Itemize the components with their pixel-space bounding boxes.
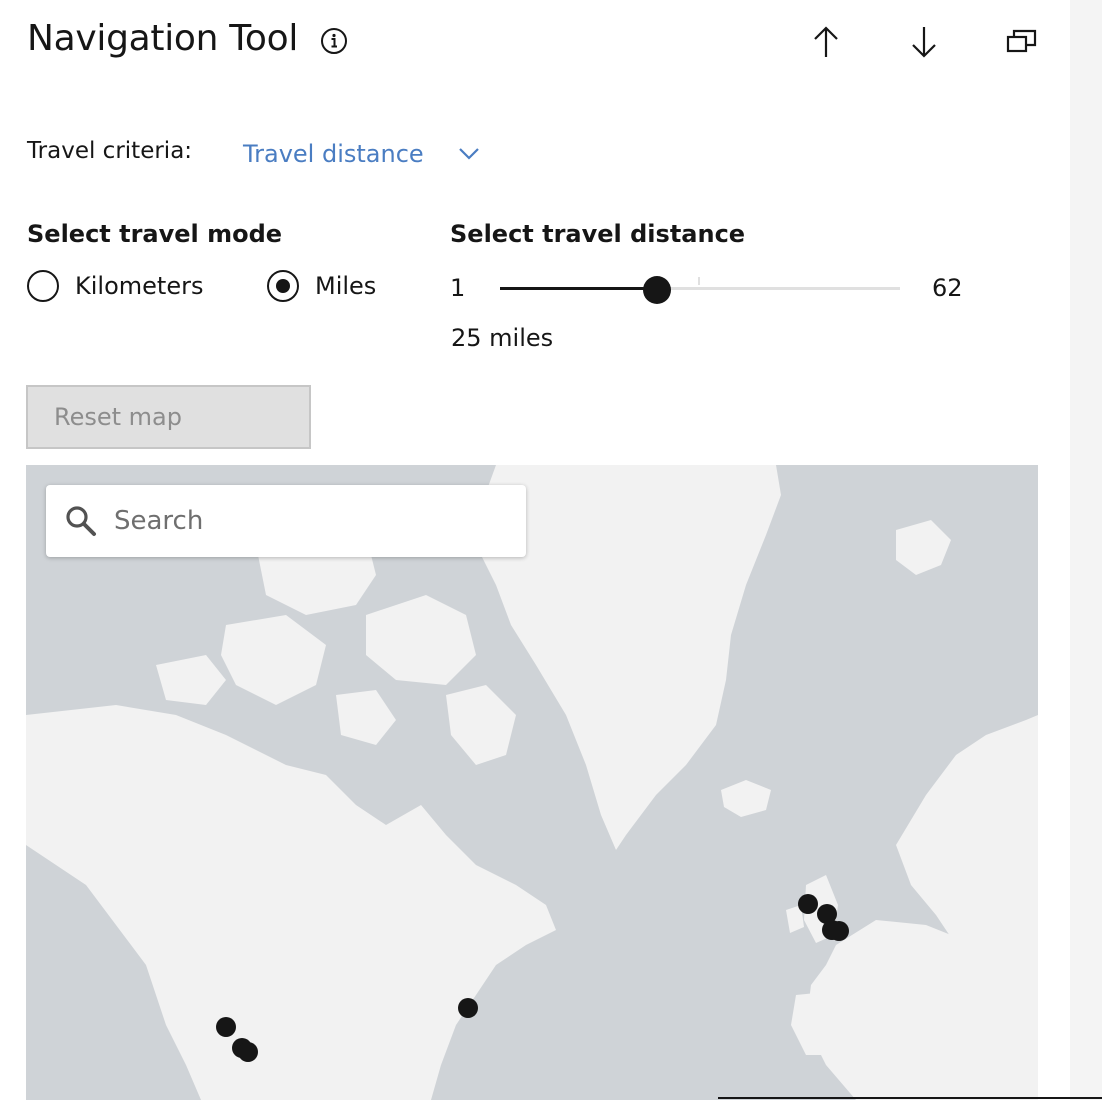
- radio-miles-circle: [267, 270, 299, 302]
- marker-new-york[interactable]: [458, 998, 478, 1018]
- reset-map-button[interactable]: Reset map: [26, 385, 311, 449]
- slider-tick: [698, 277, 700, 285]
- distance-slider-fill: [500, 287, 658, 290]
- slider-max-label: 62: [932, 274, 963, 302]
- travel-criteria-dropdown[interactable]: Travel distance: [243, 132, 480, 176]
- chevron-down-icon: [458, 148, 479, 160]
- map[interactable]: [26, 465, 1038, 1100]
- page-title: Navigation Tool: [27, 18, 299, 59]
- map-search[interactable]: [46, 485, 526, 557]
- popout-icon: [1006, 29, 1037, 53]
- marker-northern-england[interactable]: [798, 894, 818, 914]
- arrow-up-icon: [814, 26, 838, 57]
- radio-kilometers-label: Kilometers: [75, 272, 204, 300]
- travel-mode-heading: Select travel mode: [27, 220, 283, 248]
- search-icon: [66, 506, 96, 536]
- radio-miles[interactable]: Miles: [267, 270, 376, 302]
- slider-min-label: 1: [450, 274, 466, 302]
- travel-distance-heading: Select travel distance: [450, 220, 746, 248]
- popout-button[interactable]: [1002, 22, 1042, 62]
- radio-kilometers[interactable]: Kilometers: [27, 270, 203, 302]
- bottom-divider: [718, 1097, 1102, 1099]
- arrow-down-icon: [912, 27, 936, 58]
- marker-london-east[interactable]: [829, 921, 849, 941]
- radio-selected-dot: [276, 279, 290, 293]
- panel-gutter: [1070, 0, 1102, 1100]
- travel-criteria-value: Travel distance: [243, 140, 424, 168]
- marker-san-francisco[interactable]: [216, 1017, 236, 1037]
- marker-santa-cruz[interactable]: [238, 1042, 258, 1062]
- search-input[interactable]: [112, 505, 496, 537]
- info-icon[interactable]: [320, 27, 348, 55]
- map-background: [26, 465, 1038, 1100]
- radio-miles-label: Miles: [315, 272, 377, 300]
- radio-kilometers-circle: [27, 270, 59, 302]
- travel-criteria-label: Travel criteria:: [27, 138, 193, 164]
- distance-slider-thumb[interactable]: [643, 276, 672, 304]
- move-up-button[interactable]: [806, 22, 846, 62]
- move-down-button[interactable]: [904, 22, 944, 62]
- slider-value-text: 25 miles: [451, 324, 554, 352]
- distance-slider-track[interactable]: [500, 287, 900, 290]
